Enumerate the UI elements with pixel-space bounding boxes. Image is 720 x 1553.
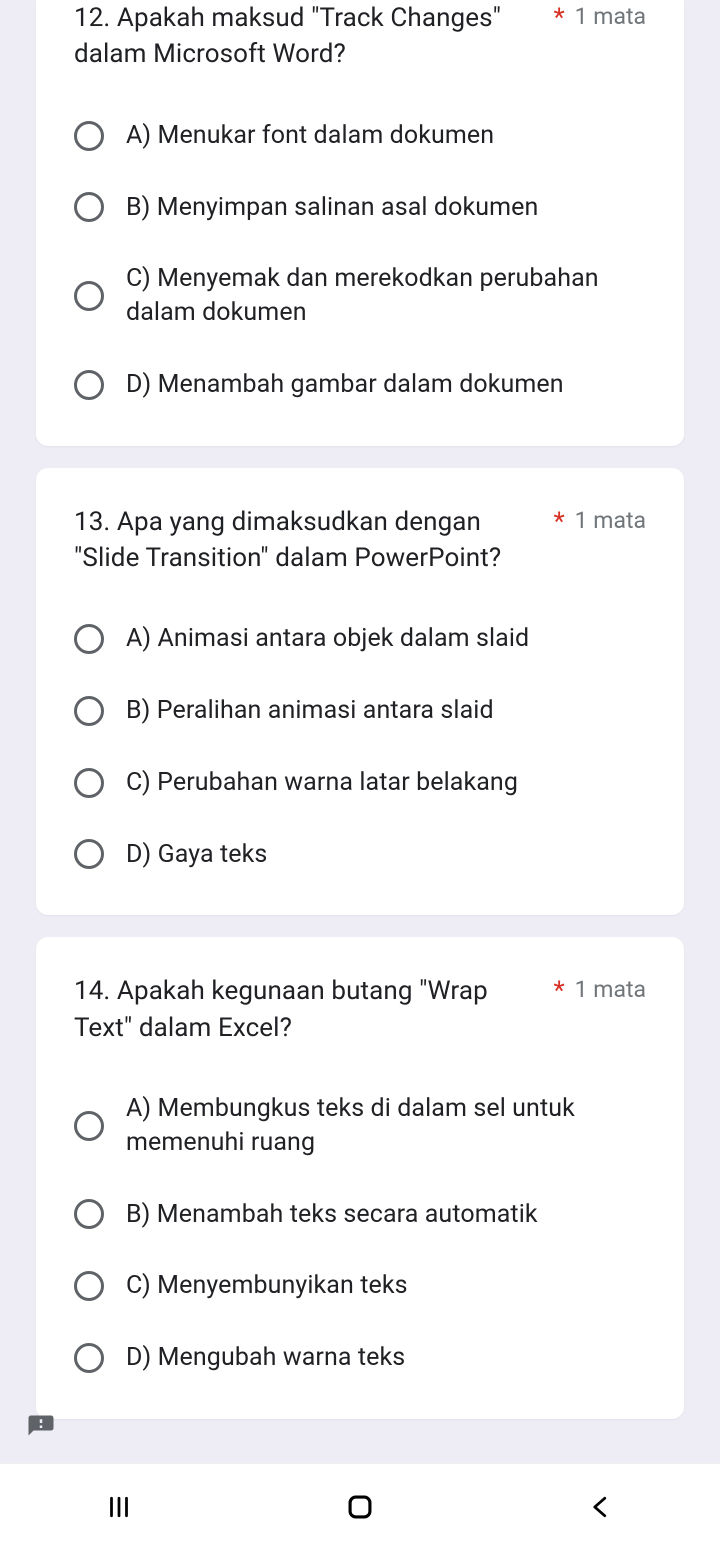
question-header: 14. Apakah kegunaan butang "Wrap Text" d… — [74, 973, 646, 1046]
question-card: 12. Apakah maksud "Track Changes" dalam … — [36, 0, 684, 446]
question-header: 12. Apakah maksud "Track Changes" dalam … — [74, 0, 646, 73]
home-button[interactable] — [343, 1490, 377, 1528]
option-label: C) Perubahan warna latar belakang — [126, 766, 518, 800]
option-label: D) Gaya teks — [126, 838, 267, 872]
option-row[interactable]: C) Perubahan warna latar belakang — [74, 766, 646, 800]
option-row[interactable]: B) Peralihan animasi antara slaid — [74, 694, 646, 728]
question-points: 1 mata — [575, 0, 646, 35]
option-label: A) Menukar font dalam dokumen — [126, 119, 494, 153]
radio-icon[interactable] — [74, 370, 104, 400]
radio-icon[interactable] — [74, 192, 104, 222]
radio-icon[interactable] — [74, 121, 104, 151]
radio-icon[interactable] — [74, 1199, 104, 1229]
radio-icon[interactable] — [74, 696, 104, 726]
radio-icon[interactable] — [74, 1111, 104, 1141]
question-points: 1 mata — [575, 504, 646, 539]
question-card: 13. Apa yang dimaksudkan dengan "Slide T… — [36, 468, 684, 916]
radio-icon[interactable] — [74, 839, 104, 869]
radio-icon[interactable] — [74, 1271, 104, 1301]
option-label: C) Menyembunyikan teks — [126, 1269, 408, 1303]
option-row[interactable]: C) Menyembunyikan teks — [74, 1269, 646, 1303]
option-row[interactable]: B) Menyimpan salinan asal dokumen — [74, 191, 646, 225]
option-row[interactable]: C) Menyemak dan merekodkan perubahan dal… — [74, 262, 646, 330]
option-label: D) Menambah gambar dalam dokumen — [126, 368, 564, 402]
option-row[interactable]: B) Menambah teks secara automatik — [74, 1198, 646, 1232]
option-label: B) Menyimpan salinan asal dokumen — [126, 191, 538, 225]
option-row[interactable]: D) Menambah gambar dalam dokumen — [74, 368, 646, 402]
radio-icon[interactable] — [74, 1343, 104, 1373]
radio-icon[interactable] — [74, 281, 104, 311]
option-label: C) Menyemak dan merekodkan perubahan dal… — [126, 262, 646, 330]
feedback-icon — [26, 1413, 56, 1443]
question-header: 13. Apa yang dimaksudkan dengan "Slide T… — [74, 504, 646, 577]
option-label: D) Mengubah warna teks — [126, 1341, 405, 1375]
option-label: A) Membungkus teks di dalam sel untuk me… — [126, 1092, 646, 1160]
back-button[interactable] — [586, 1492, 616, 1526]
radio-icon[interactable] — [74, 768, 104, 798]
option-label: B) Menambah teks secara automatik — [126, 1198, 538, 1232]
required-mark: * — [553, 0, 564, 36]
option-row[interactable]: D) Gaya teks — [74, 838, 646, 872]
option-row[interactable]: A) Menukar font dalam dokumen — [74, 119, 646, 153]
question-points: 1 mata — [575, 973, 646, 1008]
option-row[interactable]: D) Mengubah warna teks — [74, 1341, 646, 1375]
question-text: 12. Apakah maksud "Track Changes" dalam … — [74, 0, 541, 73]
question-card: 14. Apakah kegunaan butang "Wrap Text" d… — [36, 937, 684, 1419]
option-label: B) Peralihan animasi antara slaid — [126, 694, 494, 728]
required-mark: * — [553, 973, 564, 1009]
radio-icon[interactable] — [74, 624, 104, 654]
feedback-button[interactable] — [26, 1413, 56, 1443]
question-text: 14. Apakah kegunaan butang "Wrap Text" d… — [74, 973, 541, 1046]
required-mark: * — [553, 504, 564, 540]
question-text: 13. Apa yang dimaksudkan dengan "Slide T… — [74, 504, 541, 577]
android-nav-bar — [0, 1463, 720, 1553]
recent-apps-button[interactable] — [104, 1492, 134, 1526]
option-row[interactable]: A) Membungkus teks di dalam sel untuk me… — [74, 1092, 646, 1160]
option-row[interactable]: A) Animasi antara objek dalam slaid — [74, 622, 646, 656]
option-label: A) Animasi antara objek dalam slaid — [126, 622, 529, 656]
